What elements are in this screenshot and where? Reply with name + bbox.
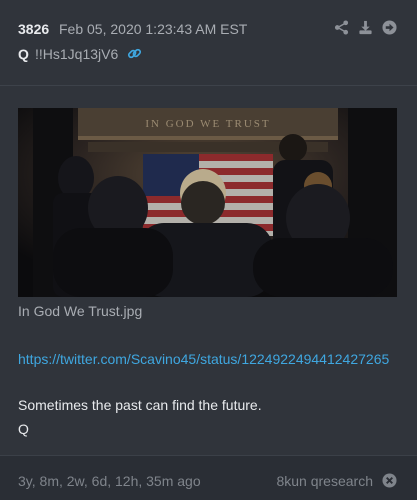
- download-icon[interactable]: [358, 20, 373, 35]
- post-signature: Q: [18, 421, 29, 437]
- inscription-text: IN GOD WE TRUST: [145, 118, 270, 130]
- tweet-link[interactable]: https://twitter.com/Scavino45/status/122…: [18, 347, 398, 371]
- share-icon[interactable]: [334, 20, 349, 35]
- post-message: Sometimes the past can find the future.: [18, 397, 262, 413]
- photo-scene: IN GOD WE TRUST: [18, 108, 397, 297]
- post-date: Feb 05, 2020 1:23:43 AM EST: [59, 21, 248, 37]
- post-age: 3y, 8m, 2w, 6d, 12h, 35m ago: [18, 473, 201, 489]
- post-tripcode: !!Hs1Jq13jV6: [35, 46, 119, 62]
- header-actions: [334, 20, 397, 35]
- post-footer: 3y, 8m, 2w, 6d, 12h, 35m ago 8kun qresea…: [0, 455, 417, 500]
- close-icon[interactable]: [382, 473, 397, 488]
- image-filename[interactable]: In God We Trust.jpg: [18, 303, 142, 319]
- link-icon[interactable]: [127, 46, 142, 61]
- board-source[interactable]: 8kun qresearch: [276, 473, 373, 489]
- arrow-right-circle-icon[interactable]: [382, 20, 397, 35]
- post-number[interactable]: 3826: [18, 21, 49, 37]
- post-card: 3826 Feb 05, 2020 1:23:43 AM EST Q !!Hs1…: [0, 0, 417, 500]
- post-header: 3826 Feb 05, 2020 1:23:43 AM EST Q !!Hs1…: [0, 0, 417, 86]
- post-author: Q: [18, 46, 29, 62]
- post-image[interactable]: IN GOD WE TRUST: [18, 108, 397, 297]
